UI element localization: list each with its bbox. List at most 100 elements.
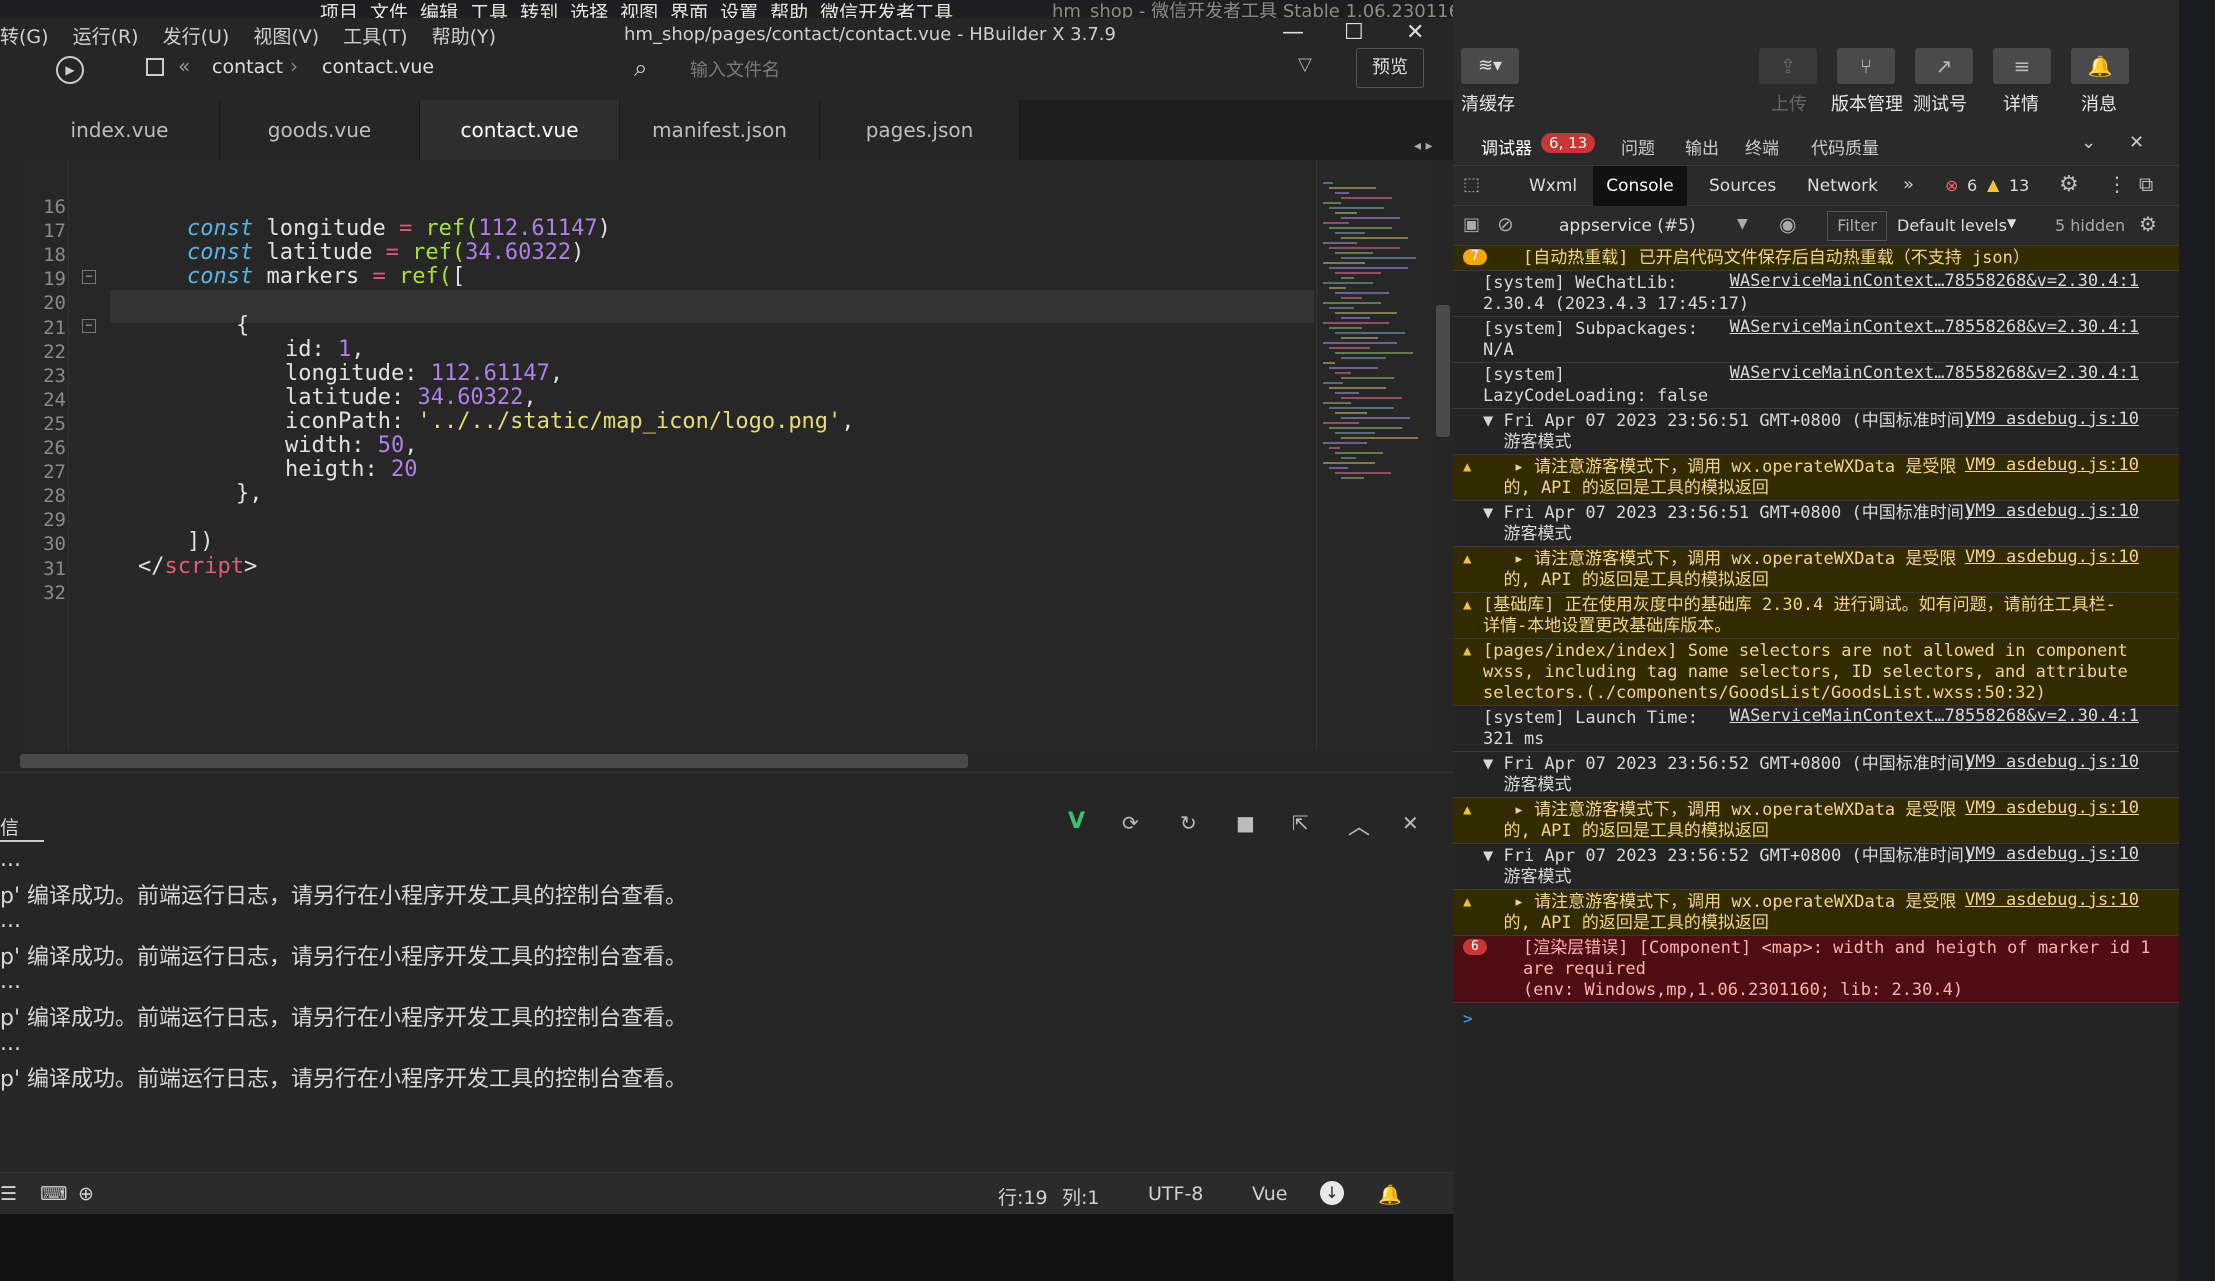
message-source-link[interactable]: VM9 asdebug.js:10 (1965, 798, 2139, 819)
terminal-icon[interactable]: ⌨ (40, 1183, 67, 1205)
context-chevron-icon[interactable]: ▼ (1737, 216, 1748, 232)
status-row[interactable]: 行:19 (998, 1183, 1048, 1210)
external-link-icon[interactable]: ↗ (1915, 48, 1973, 84)
branch-icon[interactable]: ⑂ (1837, 48, 1895, 84)
minimap-line (1329, 367, 1378, 369)
tab-output[interactable]: 输出 (1685, 134, 1719, 159)
menu-item[interactable]: 发行(U) (163, 26, 230, 48)
message-source-link[interactable]: WAServiceMainContext…78558268&v=2.30.4:1 (1730, 317, 2139, 338)
message-source-link[interactable]: VM9 asdebug.js:10 (1965, 455, 2139, 476)
status-encoding[interactable]: UTF-8 (1148, 1183, 1203, 1205)
tab-debugger[interactable]: 调试器 (1481, 134, 1532, 159)
tab-wxml[interactable]: Wxml (1529, 176, 1577, 196)
upload-label[interactable]: 上传 (1771, 90, 1807, 116)
tab-scroll-icon[interactable]: ◂ ▸ (1414, 138, 1433, 154)
layers-icon[interactable]: ≋▾ (1461, 48, 1519, 84)
tab-code-quality[interactable]: 代码质量 (1811, 134, 1879, 159)
menu-icon[interactable]: ≡ (1993, 48, 2051, 84)
close-panel-icon[interactable]: ✕ (2129, 132, 2144, 153)
warning-count[interactable]: 13 (2009, 176, 2029, 195)
editor-tab[interactable]: contact.vue (420, 100, 620, 160)
horizontal-scrollbar[interactable] (20, 754, 968, 768)
test-account-label[interactable]: 测试号 (1913, 90, 1967, 116)
details-label[interactable]: 详情 (2003, 90, 2039, 116)
minimap[interactable] (1316, 160, 1436, 750)
code-line: const markers = ref([ (187, 264, 465, 289)
run-icon[interactable]: ▶ (56, 56, 84, 84)
menu-item[interactable]: 视图(V) (253, 26, 319, 48)
close-icon[interactable]: ✕ (1406, 20, 1424, 45)
code-token: , (404, 433, 418, 458)
menu-item[interactable]: 帮助(Y) (432, 26, 496, 48)
console-message: 7 [自动热重载] 已开启代码文件保存后自动热重载（不支持 json） (1453, 246, 2179, 271)
preview-button[interactable]: 预览 (1356, 48, 1424, 88)
message-source-link[interactable]: VM9 asdebug.js:10 (1965, 547, 2139, 568)
settings-icon[interactable]: ⚙ (2059, 172, 2079, 197)
clear-cache-label[interactable]: 清缓存 (1461, 90, 1515, 116)
levels-chevron-icon[interactable]: ▼ (2007, 216, 2016, 230)
message-source-link[interactable]: VM9 asdebug.js:10 (1965, 752, 2139, 773)
console-prompt[interactable]: > (1463, 1009, 1473, 1028)
tab-console[interactable]: Console (1593, 166, 1687, 206)
tab-terminal[interactable]: 终端 (1745, 134, 1779, 159)
block-icon[interactable]: ⊘ (1497, 212, 1514, 236)
fold-icon[interactable]: − (82, 270, 96, 285)
vertical-scrollbar[interactable] (1436, 305, 1450, 437)
chevron-down-icon[interactable]: ⌄ (2081, 132, 2096, 153)
version-label[interactable]: 版本管理 (1831, 90, 1903, 116)
status-col[interactable]: 列:1 (1062, 1183, 1100, 1210)
message-source-link[interactable]: WAServiceMainContext…78558268&v=2.30.4:1 (1730, 706, 2139, 727)
notification-icon[interactable]: 🔔 (2071, 48, 2129, 84)
kebab-icon[interactable]: ⋮ (2107, 172, 2127, 196)
breadcrumb-folder[interactable]: contact (212, 56, 283, 78)
context-select[interactable]: appservice (#5) (1559, 216, 1696, 236)
sidebar-icon[interactable]: ▣ (1463, 214, 1480, 235)
message-source-link[interactable]: VM9 asdebug.js:10 (1965, 501, 2139, 522)
more-tabs-icon[interactable]: » (1903, 174, 1914, 195)
menu-item[interactable]: 工具(T) (343, 26, 407, 48)
code-token: ) (597, 216, 611, 242)
file-search-input[interactable]: 输入文件名 (690, 56, 780, 82)
message-text: ▸ 请注意游客模式下，调用 wx.operateWXData 是受限 的, AP… (1503, 457, 1957, 498)
eye-icon[interactable]: ◉ (1779, 212, 1796, 236)
message-source-link[interactable]: WAServiceMainContext…78558268&v=2.30.4:1 (1730, 363, 2139, 384)
list-icon[interactable]: ☰ (0, 1183, 17, 1205)
code-line: ]) (187, 529, 214, 554)
message-source-link[interactable]: VM9 asdebug.js:10 (1965, 844, 2139, 865)
code-token: iconPath: (285, 408, 418, 434)
project-icon[interactable] (146, 58, 164, 76)
download-icon[interactable]: ↓ (1320, 1181, 1344, 1205)
breadcrumb-file[interactable]: contact.vue (322, 56, 434, 78)
editor-tab[interactable]: index.vue (20, 100, 220, 160)
tab-problems[interactable]: 问题 (1621, 134, 1655, 159)
message-text: [system] LazyCodeLoading: false (1483, 365, 1709, 406)
dock-icon[interactable]: ⧉ (2139, 172, 2153, 196)
filter-icon[interactable]: ▽ (1298, 54, 1312, 75)
minimize-icon[interactable]: — (1282, 20, 1304, 45)
menu-item[interactable]: 转(G) (0, 26, 49, 48)
upload-icon[interactable]: ⇪ (1759, 48, 1817, 84)
code-token: { (236, 312, 250, 338)
filter-input[interactable]: Filter (1827, 211, 1887, 241)
bell-icon[interactable]: 🔔 (1378, 1183, 1402, 1206)
levels-select[interactable]: Default levels (1897, 216, 2007, 235)
menu-item[interactable]: 运行(R) (73, 26, 139, 48)
editor-tab[interactable]: manifest.json (620, 100, 820, 160)
globe-icon[interactable]: ⊕ (78, 1183, 94, 1205)
tab-network[interactable]: Network (1807, 176, 1878, 196)
message-source-link[interactable]: VM9 asdebug.js:10 (1965, 409, 2139, 430)
back-icon[interactable]: « (178, 54, 190, 78)
status-language[interactable]: Vue (1252, 1183, 1287, 1205)
tab-sources[interactable]: Sources (1709, 176, 1776, 196)
maximize-icon[interactable]: ☐ (1344, 20, 1364, 45)
console-settings-icon[interactable]: ⚙ (2139, 212, 2157, 236)
fold-icon[interactable]: − (82, 318, 96, 333)
editor-tab[interactable]: goods.vue (220, 100, 420, 160)
inspect-icon[interactable]: ⬚ (1463, 174, 1480, 195)
message-source-link[interactable]: VM9 asdebug.js:10 (1965, 890, 2139, 911)
editor-tab[interactable]: pages.json (820, 100, 1020, 160)
message-source-link[interactable]: WAServiceMainContext…78558268&v=2.30.4:1 (1730, 271, 2139, 292)
messages-label[interactable]: 消息 (2081, 90, 2117, 116)
error-count[interactable]: 6 (1967, 176, 1977, 195)
code-token: ) (571, 240, 585, 266)
